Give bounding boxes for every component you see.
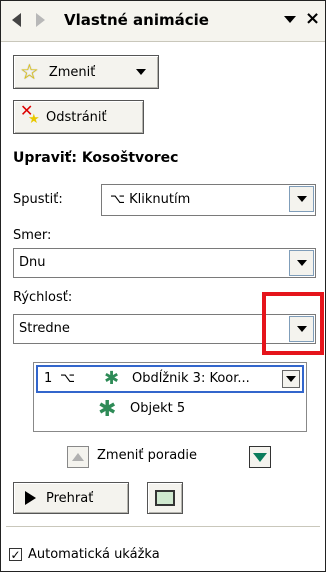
mouse-click-icon: ⌥ — [110, 192, 125, 207]
pane-menu-dropdown-icon[interactable] — [284, 16, 296, 23]
direction-select[interactable]: Dnu — [13, 248, 316, 278]
move-up-button[interactable] — [67, 446, 89, 468]
change-effect-button[interactable]: ☆ Zmeniť — [13, 55, 159, 89]
arrow-down-icon — [253, 452, 267, 462]
slide-show-icon — [155, 490, 175, 506]
list-item[interactable]: 1 ⌥ ✱ Obdĺžnik 3: Koor... — [36, 365, 304, 393]
effect-star-icon: ✱ — [104, 368, 120, 389]
list-item-text: Obdĺžnik 3: Koor... — [132, 371, 250, 386]
change-effect-label: Zmeniť — [48, 64, 96, 80]
start-select[interactable]: ⌥ Kliknutím — [101, 184, 316, 216]
autopreview-row[interactable]: ✓ Automatická ukážka — [9, 547, 160, 562]
pane-header: Vlastné animácie × — [1, 1, 325, 42]
move-down-button[interactable] — [249, 446, 271, 468]
play-button[interactable]: Prehrať — [13, 482, 129, 514]
forward-arrow-icon[interactable] — [36, 13, 45, 27]
start-value: Kliknutím — [129, 192, 191, 207]
highlight-box — [262, 292, 324, 355]
chevron-down-icon — [296, 196, 307, 202]
list-item[interactable]: ✱ Objekt 5 — [36, 395, 304, 425]
close-icon[interactable]: × — [305, 8, 320, 30]
direction-dropdown-button[interactable] — [289, 250, 314, 276]
list-item-dropdown-button[interactable] — [282, 370, 300, 388]
play-icon — [25, 491, 36, 505]
start-row: Spustiť: ⌥ Kliknutím — [13, 184, 316, 216]
remove-effect-button[interactable]: ✕ ★ Odstrániť — [13, 100, 144, 134]
chevron-down-icon — [296, 260, 307, 266]
list-item-text: Objekt 5 — [130, 401, 186, 416]
chevron-down-icon — [286, 376, 296, 382]
mouse-click-icon: ⌥ — [60, 371, 75, 386]
play-label: Prehrať — [46, 490, 94, 506]
autopreview-label: Automatická ukážka — [28, 547, 160, 562]
effect-star-icon: ✱ — [98, 397, 117, 422]
edit-section-title: Upraviť: Kosoštvorec — [13, 150, 179, 166]
remove-effect-label: Odstrániť — [46, 109, 107, 125]
add-effect-star-icon: ☆ — [20, 59, 39, 84]
start-dropdown-button[interactable] — [289, 186, 314, 212]
back-arrow-icon[interactable] — [12, 13, 21, 27]
pane-title: Vlastné animácie — [64, 11, 209, 29]
speed-value: Stredne — [19, 321, 70, 336]
divider — [6, 526, 320, 527]
reorder-row: Zmeniť poradie — [67, 446, 277, 470]
remove-effect-icon: ✕ ★ — [20, 101, 40, 127]
start-label: Spustiť: — [13, 192, 63, 207]
speed-label: Rýchlosť: — [13, 290, 73, 305]
direction-value: Dnu — [19, 255, 46, 270]
slide-show-button[interactable] — [147, 482, 183, 514]
chevron-down-icon — [136, 69, 146, 75]
list-item-number: 1 — [44, 371, 53, 386]
reorder-label: Zmeniť poradie — [97, 448, 198, 463]
animation-list[interactable]: 1 ⌥ ✱ Obdĺžnik 3: Koor... ✱ Objekt 5 — [33, 362, 307, 432]
direction-label: Smer: — [13, 228, 52, 243]
arrow-up-icon — [72, 453, 84, 461]
autopreview-checkbox[interactable]: ✓ — [9, 548, 22, 561]
